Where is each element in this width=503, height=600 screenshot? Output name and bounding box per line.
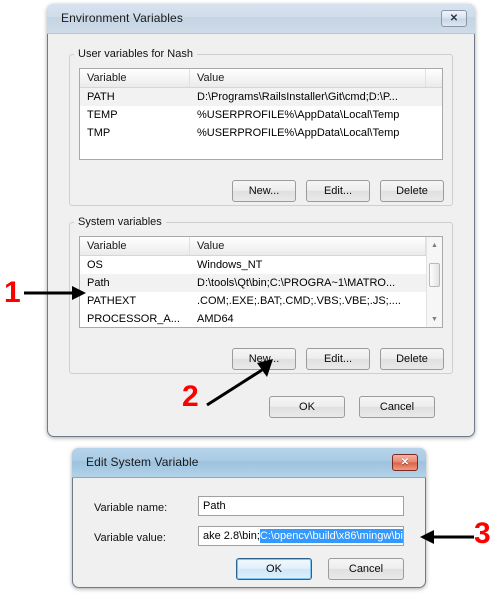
user-edit-button[interactable]: Edit... (306, 180, 370, 202)
annotation-marker-3: 3 (474, 517, 491, 550)
variable-value-label: Variable value: (94, 532, 166, 544)
table-row[interactable]: PROCESSOR_A... AMD64 (80, 310, 442, 327)
table-row[interactable]: PATHEXT .COM;.EXE;.BAT;.CMD;.VBS;.VBE;.J… (80, 292, 442, 310)
close-icon[interactable]: ✕ (392, 454, 418, 471)
system-delete-button[interactable]: Delete (380, 348, 444, 370)
table-row[interactable]: PATH D:\Programs\RailsInstaller\Git\cmd;… (80, 88, 442, 106)
annotation-arrow-2 (206, 359, 273, 407)
edit-cancel-button[interactable]: Cancel (328, 558, 404, 580)
cell-value: D:\tools\Qt\bin;C:\PROGRA~1\MATRO... (197, 277, 396, 289)
edit-ok-button[interactable]: OK (236, 558, 312, 580)
variable-name-value: Path (203, 500, 226, 512)
cell-value: D:\Programs\RailsInstaller\Git\cmd;D:\P.… (197, 91, 398, 103)
env-dialog-title: Environment Variables (61, 11, 183, 25)
cell-variable: PATHEXT (87, 295, 137, 307)
variable-name-input[interactable]: Path (198, 496, 404, 516)
annotation-arrow-1 (24, 286, 86, 300)
annotation-marker-1: 1 (4, 276, 21, 309)
cell-value: %USERPROFILE%\AppData\Local\Temp (197, 127, 400, 139)
cell-variable: OS (87, 259, 103, 271)
variable-value-prefix: ake 2.8\bin; (203, 530, 260, 542)
edit-dialog-titlebar[interactable]: Edit System Variable ✕ (72, 448, 426, 478)
user-variables-listview[interactable]: Variable Value PATH D:\Programs\RailsIns… (79, 68, 443, 160)
cell-variable: Path (87, 277, 110, 289)
table-row[interactable]: Path D:\tools\Qt\bin;C:\PROGRA~1\MATRO..… (80, 274, 442, 292)
cell-value: .COM;.EXE;.BAT;.CMD;.VBS;.VBE;.JS;.... (197, 295, 401, 307)
cell-variable: TMP (87, 127, 111, 139)
scroll-up-icon[interactable]: ▲ (427, 237, 442, 253)
user-delete-button[interactable]: Delete (380, 180, 444, 202)
user-variables-header: Variable Value (80, 69, 442, 88)
cell-value: AMD64 (197, 313, 234, 325)
variable-value-selection: C:\opencv\build\x86\mingw\bin (259, 529, 403, 543)
table-row[interactable]: OS Windows_NT (80, 256, 442, 274)
vertical-scrollbar[interactable]: ▲ ▼ (426, 237, 442, 327)
edit-dialog-title: Edit System Variable (86, 455, 199, 469)
variable-value-input[interactable]: ake 2.8\bin; C:\opencv\build\x86\mingw\bi… (198, 526, 404, 546)
close-glyph: ✕ (449, 12, 459, 24)
system-edit-button[interactable]: Edit... (306, 348, 370, 370)
user-variables-label: User variables for Nash (74, 48, 197, 60)
cell-variable: PROCESSOR_A... (87, 313, 180, 325)
cancel-button[interactable]: Cancel (359, 396, 435, 418)
system-variables-header: Variable Value (80, 237, 442, 256)
annotation-arrow-3 (420, 530, 474, 544)
user-new-button[interactable]: New... (232, 180, 296, 202)
edit-system-variable-dialog: Edit System Variable ✕ Variable name: Pa… (72, 448, 426, 588)
variable-name-label: Variable name: (94, 502, 168, 514)
system-variables-label: System variables (74, 216, 166, 228)
ok-button[interactable]: OK (269, 396, 345, 418)
table-row[interactable]: TMP %USERPROFILE%\AppData\Local\Temp (80, 124, 442, 142)
table-row[interactable]: TEMP %USERPROFILE%\AppData\Local\Temp (80, 106, 442, 124)
column-header-spacer (426, 69, 442, 87)
column-header-value[interactable]: Value (190, 237, 426, 255)
system-variables-listview[interactable]: Variable Value OS Windows_NT Path D:\too… (79, 236, 443, 328)
cell-variable: PATH (87, 91, 115, 103)
column-header-variable[interactable]: Variable (80, 237, 190, 255)
close-icon[interactable]: ✕ (441, 10, 467, 27)
scroll-down-icon[interactable]: ▼ (427, 311, 442, 327)
cell-variable: TEMP (87, 109, 118, 121)
column-header-variable[interactable]: Variable (80, 69, 190, 87)
close-glyph: ✕ (400, 456, 410, 468)
cell-value: Windows_NT (197, 259, 263, 271)
env-dialog-titlebar[interactable]: Environment Variables ✕ (47, 4, 475, 34)
column-header-value[interactable]: Value (190, 69, 426, 87)
scrollbar-thumb[interactable] (429, 263, 440, 287)
annotation-marker-2: 2 (182, 380, 199, 413)
cell-value: %USERPROFILE%\AppData\Local\Temp (197, 109, 400, 121)
